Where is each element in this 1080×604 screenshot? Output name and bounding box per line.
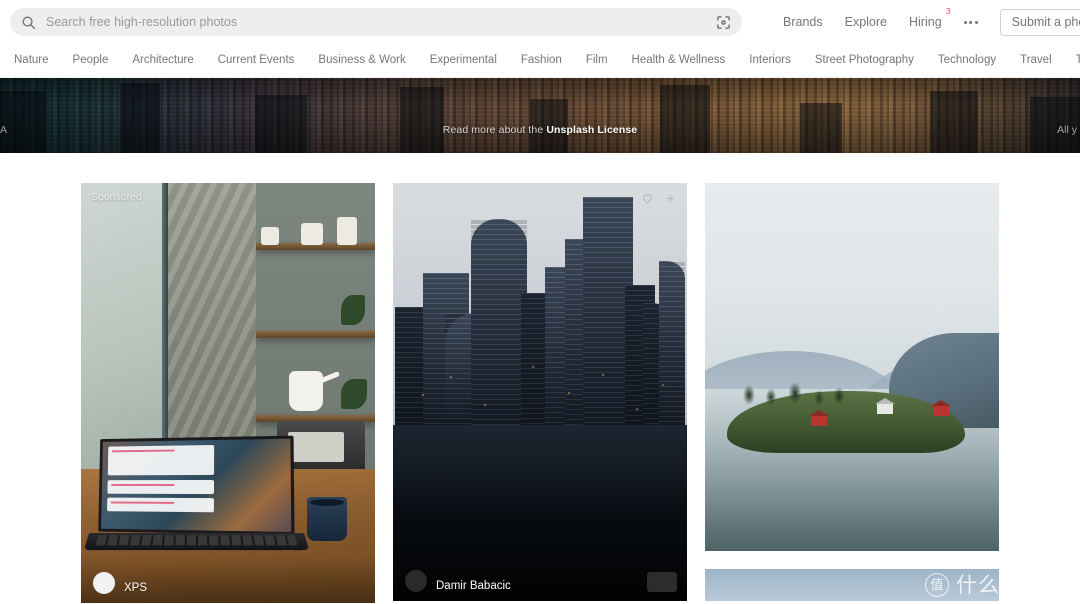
sponsored-label: Sponsored (91, 191, 142, 203)
white-house (875, 398, 895, 414)
category-textures-patterns[interactable]: Textures & Patterns (1064, 44, 1080, 77)
unsplash-page: Brands Explore Hiring 3 Submit a photo N… (0, 0, 1080, 604)
nav-link-brands[interactable]: Brands (772, 0, 834, 44)
grid-column-3 (705, 183, 999, 603)
photo-footer-1: XPS (81, 557, 375, 603)
site-header: Brands Explore Hiring 3 Submit a photo (0, 0, 1080, 44)
photo-card-city-skyline[interactable]: Damir Babacic (393, 183, 687, 601)
category-experimental[interactable]: Experimental (418, 44, 509, 77)
category-nature[interactable]: Nature (14, 44, 61, 77)
category-street-photography[interactable]: Street Photography (803, 44, 926, 77)
avatar[interactable] (405, 570, 427, 592)
category-business-work[interactable]: Business & Work (306, 44, 417, 77)
search-icon (21, 15, 36, 30)
category-nav[interactable]: Nature People Architecture Current Event… (0, 44, 1080, 78)
red-house (809, 410, 829, 426)
category-health-wellness[interactable]: Health & Wellness (620, 44, 738, 77)
search-bar[interactable] (10, 8, 742, 36)
category-fashion[interactable]: Fashion (509, 44, 574, 77)
nav-link-explore-label: Explore (844, 15, 887, 29)
dot-3-icon (974, 20, 978, 24)
category-technology[interactable]: Technology (926, 44, 1008, 77)
category-people[interactable]: People (61, 44, 121, 77)
photo-hover-actions-2[interactable] (641, 192, 677, 210)
laptop-object (83, 435, 310, 555)
red-house-2 (931, 400, 951, 416)
photo-card-sky-sliver[interactable] (705, 569, 999, 601)
grid-column-2: Damir Babacic (393, 183, 687, 603)
heart-icon[interactable] (641, 192, 654, 210)
banner-right-clipped-text: All y (1057, 124, 1077, 136)
plus-icon[interactable] (664, 192, 677, 210)
download-button[interactable] (647, 572, 677, 592)
nav-link-explore[interactable]: Explore (834, 0, 898, 44)
visual-search-icon[interactable] (710, 9, 736, 35)
photo-footer-2: Damir Babacic (393, 555, 687, 601)
nav-link-hiring-label: Hiring (909, 15, 942, 29)
banner-license-link[interactable]: Unsplash License (546, 124, 637, 136)
hiring-count-badge: 3 (945, 6, 951, 16)
header-nav: Brands Explore Hiring 3 Submit a photo (772, 0, 1080, 44)
category-interiors[interactable]: Interiors (737, 44, 803, 77)
dot-2-icon (969, 20, 973, 24)
category-travel[interactable]: Travel (1008, 44, 1064, 77)
nav-link-hiring[interactable]: Hiring 3 (898, 0, 953, 44)
banner-text-prefix: Read more about the (442, 124, 547, 136)
search-input[interactable] (36, 9, 710, 35)
category-architecture[interactable]: Architecture (120, 44, 205, 77)
photo-author-name[interactable]: Damir Babacic (436, 580, 511, 592)
category-film[interactable]: Film (574, 44, 620, 77)
submit-photo-button[interactable]: Submit a photo (999, 8, 1080, 36)
avatar[interactable] (93, 572, 115, 594)
banner-cityscape-image (0, 78, 1080, 153)
photo-card-fjord-island[interactable] (705, 183, 999, 551)
dot-1-icon (963, 20, 967, 24)
license-banner[interactable]: A Read more about the Unsplash License A… (0, 78, 1080, 153)
photo-grid: Sponsored XPS Damir Babacic (0, 153, 1080, 603)
photo-author-name[interactable]: XPS (124, 582, 147, 594)
banner-license-text[interactable]: Read more about the Unsplash License (0, 124, 1080, 136)
more-menu-button[interactable] (953, 0, 989, 44)
grid-column-1: Sponsored XPS (81, 183, 375, 603)
nav-link-brands-label: Brands (783, 15, 823, 29)
photo-card-laptop-cafe[interactable]: Sponsored XPS (81, 183, 375, 603)
category-current-events[interactable]: Current Events (206, 44, 307, 77)
